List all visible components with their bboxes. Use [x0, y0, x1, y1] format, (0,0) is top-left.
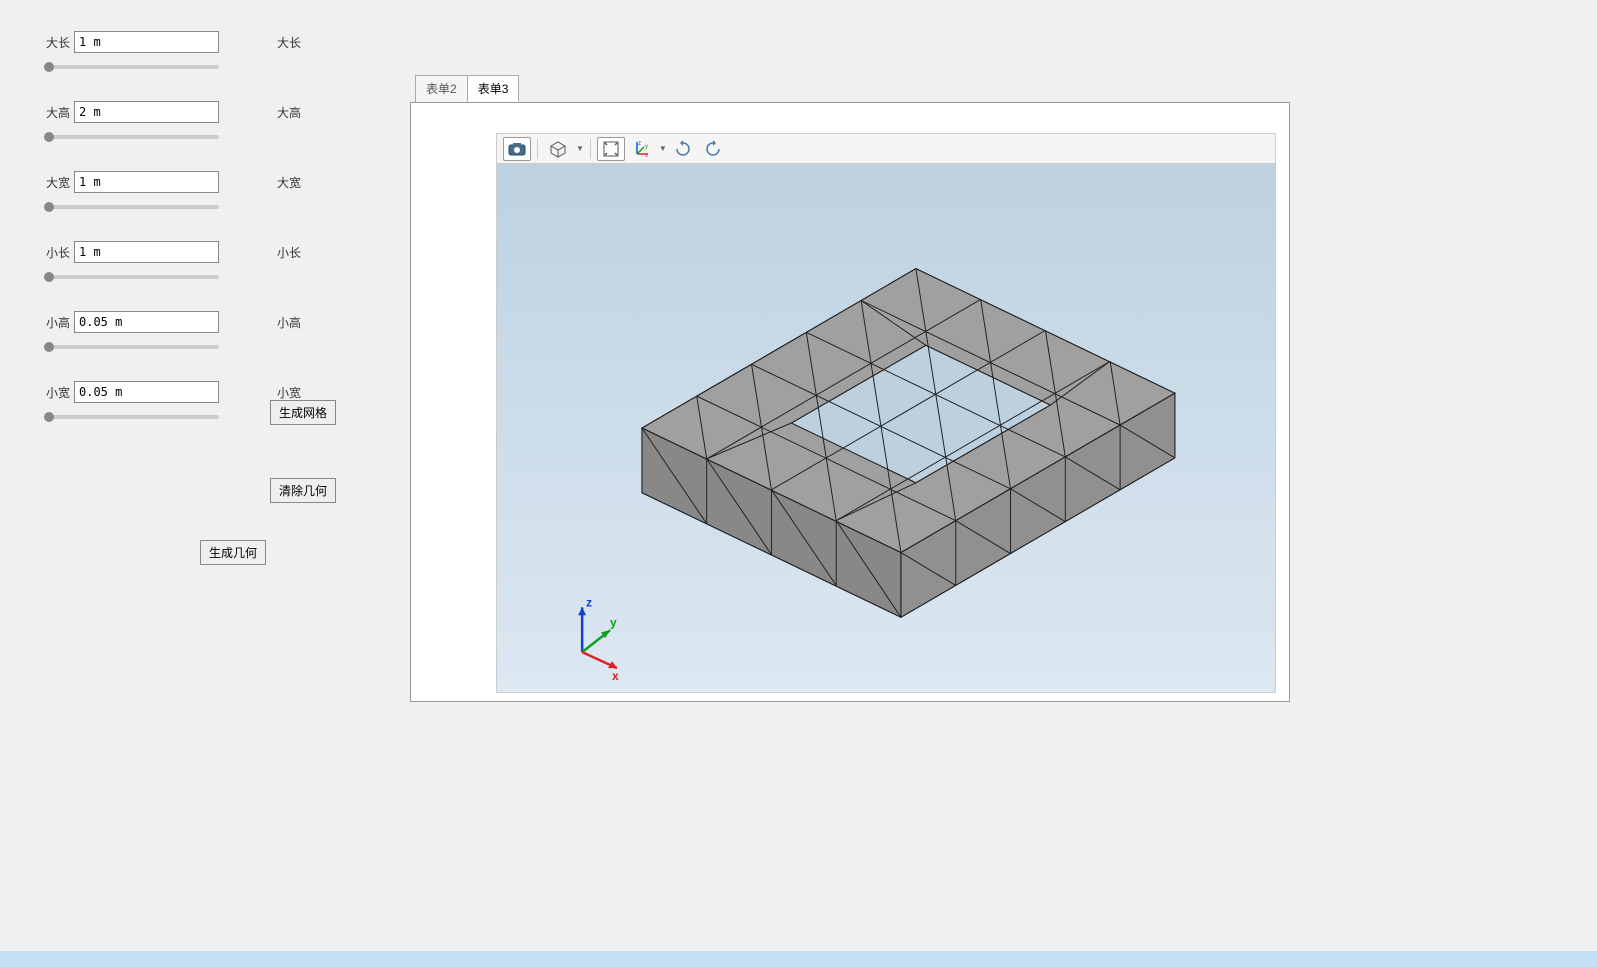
mesh-viewport[interactable]: z y x [497, 164, 1275, 692]
label-right-big-width: 大宽 [277, 174, 301, 191]
viewer-wrapper: 表单2 表单3 ▼ zyx ▼ [410, 75, 1290, 702]
rotate-cw-icon[interactable] [669, 137, 697, 161]
label-right-small-height: 小高 [277, 314, 301, 331]
label-small-height: 小高 [40, 314, 70, 331]
generate-mesh-button[interactable]: 生成网格 [270, 400, 336, 425]
toolbar-3d: ▼ zyx ▼ [497, 134, 1275, 164]
generate-geometry-button[interactable]: 生成几何 [200, 540, 266, 565]
slider-big-width[interactable] [44, 205, 219, 209]
cube-view-icon[interactable] [544, 137, 572, 161]
param-row-big-length: 大长 大长 [40, 30, 380, 54]
param-row-big-height: 大高 大高 [40, 100, 380, 124]
label-small-length: 小长 [40, 244, 70, 261]
rotate-ccw-icon[interactable] [699, 137, 727, 161]
slider-row-small-width [44, 408, 219, 422]
input-big-width[interactable] [74, 171, 219, 193]
viewer-inner: ▼ zyx ▼ [496, 133, 1276, 693]
axis-triad: z y x [578, 595, 619, 683]
label-small-width: 小宽 [40, 384, 70, 401]
slider-row-big-width [44, 198, 219, 212]
screenshot-icon[interactable] [503, 137, 531, 161]
label-right-small-width: 小宽 [277, 384, 301, 401]
viewer-frame: ▼ zyx ▼ [410, 102, 1290, 702]
axis-z-label: z [586, 595, 592, 609]
toolbar-separator [537, 139, 538, 159]
zoom-extents-icon[interactable] [597, 137, 625, 161]
slider-row-small-length [44, 268, 219, 282]
axis-x-label: x [612, 669, 619, 683]
svg-text:z: z [638, 141, 641, 147]
axes-icon[interactable]: zyx [627, 137, 655, 161]
parameter-panel: 大长 大长 大高 大高 大宽 大宽 小长 小长 小高 小高 小宽 小宽 [40, 30, 380, 450]
slider-small-length[interactable] [44, 275, 219, 279]
slider-big-height[interactable] [44, 135, 219, 139]
slider-row-big-height [44, 128, 219, 142]
tab-form3[interactable]: 表单3 [467, 75, 520, 102]
label-right-big-height: 大高 [277, 104, 301, 121]
cube-dropdown-icon[interactable]: ▼ [576, 144, 584, 153]
param-row-big-width: 大宽 大宽 [40, 170, 380, 194]
svg-text:x: x [645, 153, 648, 158]
bottom-bar [0, 951, 1597, 967]
slider-row-small-height [44, 338, 219, 352]
input-big-height[interactable] [74, 101, 219, 123]
input-small-length[interactable] [74, 241, 219, 263]
axis-y-label: y [610, 615, 617, 629]
param-row-small-length: 小长 小长 [40, 240, 380, 264]
param-row-small-height: 小高 小高 [40, 310, 380, 334]
slider-small-width[interactable] [44, 415, 219, 419]
clear-geometry-button[interactable]: 清除几何 [270, 478, 336, 503]
input-small-height[interactable] [74, 311, 219, 333]
slider-row-big-length [44, 58, 219, 72]
label-big-length: 大长 [40, 34, 70, 51]
slider-big-length[interactable] [44, 65, 219, 69]
input-big-length[interactable] [74, 31, 219, 53]
label-right-big-length: 大长 [277, 34, 301, 51]
slider-small-height[interactable] [44, 345, 219, 349]
toolbar-separator [590, 139, 591, 159]
tab-form2[interactable]: 表单2 [415, 75, 468, 102]
input-small-width[interactable] [74, 381, 219, 403]
label-right-small-length: 小长 [277, 244, 301, 261]
svg-text:y: y [645, 144, 648, 150]
label-big-height: 大高 [40, 104, 70, 121]
axes-dropdown-icon[interactable]: ▼ [659, 144, 667, 153]
label-big-width: 大宽 [40, 174, 70, 191]
tabs: 表单2 表单3 [415, 75, 1290, 102]
